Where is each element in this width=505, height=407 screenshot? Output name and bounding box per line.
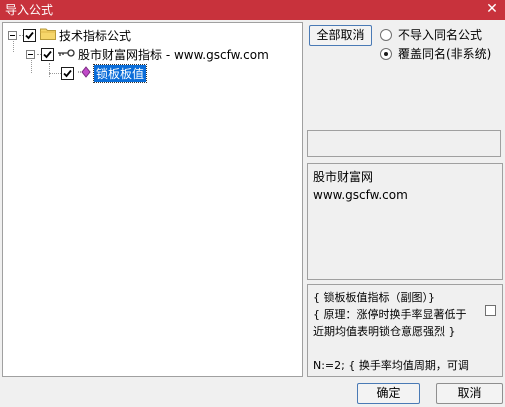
tree-connector: [49, 72, 61, 74]
formula-description-box[interactable]: { 锁板板值指标（副图）} { 原理：涨停时换手率显著低于 近期均值表明锁仓意愿…: [307, 284, 503, 377]
import-formula-dialog: 导入公式 ✕ 技术指标公式 股市财富网指标 - www.gscfw.com 锁板…: [0, 0, 505, 407]
skip-same-name-radio[interactable]: [380, 28, 392, 41]
collapse-icon[interactable]: [26, 49, 35, 59]
overwrite-same-name-label: 覆盖同名(非系统): [398, 47, 492, 61]
tree-item-child[interactable]: 股市财富网指标 - www.gscfw.com: [26, 45, 269, 63]
ok-button[interactable]: 确定: [357, 383, 420, 404]
skip-same-name-label: 不导入同名公式: [398, 28, 483, 42]
tree-item-leaf[interactable]: 锁板板值: [49, 63, 148, 83]
skip-same-name-option[interactable]: 不导入同名公式: [380, 26, 482, 43]
status-field: [307, 130, 501, 157]
overwrite-same-name-option[interactable]: 覆盖同名(非系统): [380, 45, 491, 62]
root-checkbox[interactable]: [23, 28, 36, 42]
source-info-box: 股市财富网 www.gscfw.com: [307, 163, 503, 280]
formula-tree: 技术指标公式 股市财富网指标 - www.gscfw.com 锁板板值: [2, 22, 303, 377]
collapse-icon[interactable]: [8, 30, 17, 40]
source-info-text: 股市财富网 www.gscfw.com: [313, 168, 408, 204]
child-checkbox[interactable]: [41, 47, 54, 61]
source-url: www.gscfw.com: [313, 188, 408, 202]
tree-item-label-selected: 锁板板值: [92, 63, 148, 83]
source-name: 股市财富网: [313, 170, 374, 184]
window-title: 导入公式: [5, 3, 54, 17]
formula-description: { 锁板板值指标（副图）} { 原理：涨停时换手率显著低于 近期均值表明锁仓意愿…: [313, 289, 488, 374]
overwrite-same-name-radio[interactable]: [380, 47, 392, 60]
tree-item-label: 股市财富网指标 - www.gscfw.com: [78, 47, 269, 62]
cancel-button[interactable]: 取消: [436, 383, 503, 404]
key-icon: [57, 47, 75, 61]
description-checkbox[interactable]: [485, 305, 496, 316]
description-line: N:=2; { 换手率均值周期，可调: [313, 359, 469, 372]
description-line: [313, 340, 488, 357]
tree-item-label: 技术指标公式: [59, 28, 132, 43]
folder-icon: [40, 27, 56, 43]
leaf-checkbox[interactable]: [61, 66, 74, 80]
deselect-all-button[interactable]: 全部取消: [309, 25, 372, 46]
description-line: { 锁板板值指标（副图）}: [313, 291, 435, 304]
title-bar: 导入公式 ✕: [0, 0, 505, 20]
formula-icon: [77, 65, 91, 81]
description-line: 近期均值表明锁仓意愿强烈 }: [313, 325, 456, 338]
close-icon[interactable]: ✕: [485, 1, 499, 17]
description-line: { 原理：涨停时换手率显著低于: [313, 308, 467, 321]
tree-item-root[interactable]: 技术指标公式: [8, 26, 131, 44]
